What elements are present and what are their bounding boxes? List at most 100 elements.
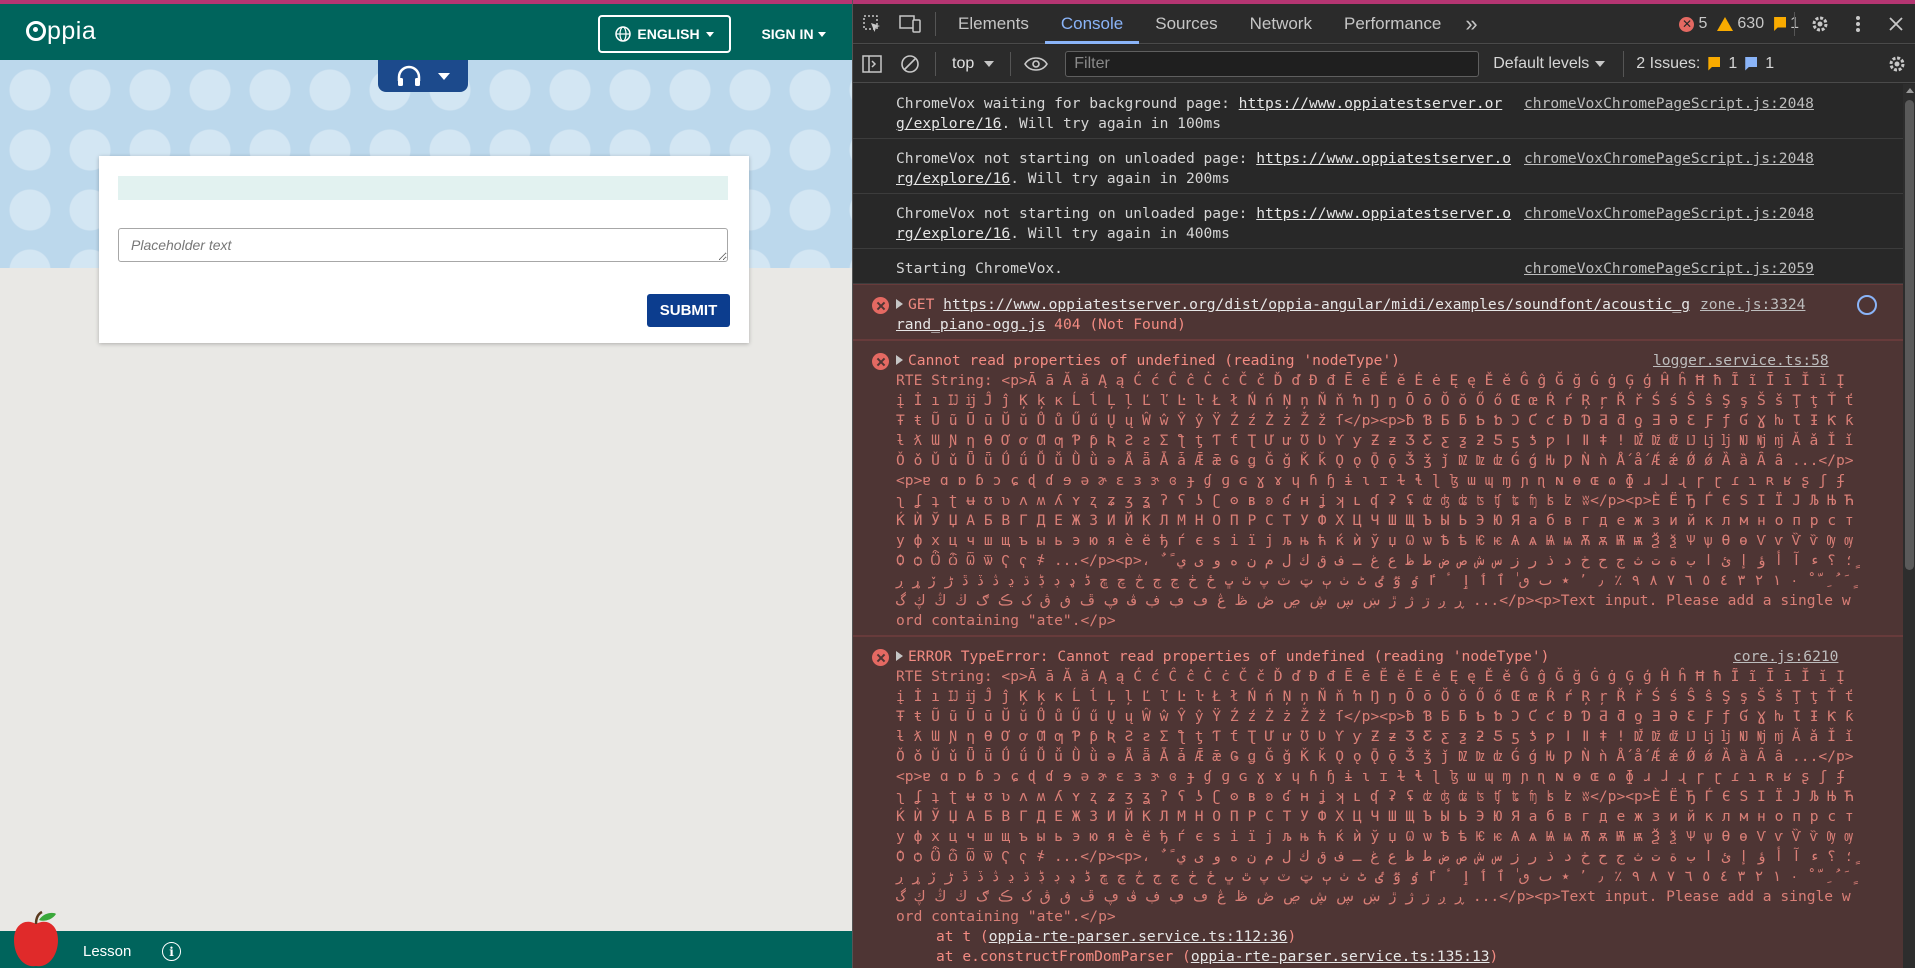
stack-frame-prefix: at t ( — [936, 928, 989, 945]
submit-button[interactable]: SUBMIT — [647, 294, 730, 327]
tab-performance[interactable]: Performance — [1328, 4, 1457, 44]
oppia-app: ppia ENGLISH SIGN IN SUBMIT Lesson i — [0, 0, 852, 968]
issue-info-icon — [1745, 56, 1758, 71]
warning-count: 630 — [1737, 15, 1765, 32]
console-messages: ChromeVox waiting for background page: h… — [853, 84, 1903, 968]
stack-frame-suffix: ) — [1287, 928, 1297, 945]
javascript-context-select[interactable]: top — [942, 55, 1004, 73]
message-text: ERROR TypeError: Cannot read properties … — [896, 647, 1856, 967]
toolbar-divider — [1794, 12, 1795, 36]
issues-warning-count: 1 — [1728, 54, 1738, 72]
log-levels-select[interactable]: Default levels — [1493, 54, 1606, 73]
message-text: Starting ChromeVox. — [896, 259, 1513, 279]
message-text: ChromeVox not starting on unloaded page:… — [896, 204, 1513, 244]
devtools-panel: Elements Console Sources Network Perform… — [852, 0, 1915, 968]
context-label: top — [952, 54, 975, 72]
toggle-sidebar-button[interactable] — [853, 44, 891, 84]
sign-in-button[interactable]: SIGN IN — [747, 15, 840, 53]
question-content-area — [118, 176, 728, 200]
scrollbar-thumb[interactable] — [1905, 100, 1914, 570]
chevron-down-icon[interactable] — [438, 72, 450, 80]
tab-network[interactable]: Network — [1234, 4, 1328, 44]
message-prefix: ChromeVox not starting on unloaded page: — [896, 150, 1257, 167]
clear-console-button[interactable] — [891, 44, 929, 84]
console-message: ChromeVox waiting for background page: h… — [853, 84, 1903, 139]
console-filter-input[interactable] — [1065, 50, 1480, 77]
toolbar-divider — [1010, 51, 1012, 76]
levels-label: Default levels — [1493, 54, 1590, 72]
console-scrollbar[interactable] — [1903, 84, 1915, 968]
inspect-cursor-icon — [863, 14, 880, 32]
tab-console[interactable]: Console — [1044, 4, 1140, 44]
sign-in-label: SIGN IN — [761, 26, 814, 42]
answer-text-input[interactable] — [118, 228, 728, 262]
issues-button[interactable]: 2 Issues: 1 1 — [1623, 50, 1774, 77]
error-icon — [872, 297, 889, 314]
stack-frame-suffix: ) — [1489, 948, 1499, 965]
chevron-down-icon — [1595, 60, 1606, 67]
console-settings-button[interactable] — [1878, 44, 1915, 84]
expand-triangle-icon[interactable] — [896, 299, 903, 309]
rte-string-dump: RTE String: <p>Ā ā Ă ă Ą ą Ć ć Ĉ ĉ Ċ ċ Č… — [896, 668, 1863, 925]
inspect-element-button[interactable] — [853, 4, 891, 44]
network-request-icon[interactable] — [1857, 295, 1877, 315]
console-error-get: GET https://www.oppiatestserver.org/dist… — [853, 284, 1903, 340]
toolbar-divider — [935, 51, 936, 76]
message-prefix: ChromeVox waiting for background page: — [896, 95, 1239, 112]
console-toolbar: top Default levels 2 Issues: 1 1 — [853, 45, 1915, 83]
stack-frame-link[interactable]: oppia-rte-parser.service.ts:135:13 — [1191, 948, 1490, 965]
device-toolbar-button[interactable] — [891, 4, 929, 44]
message-source-link[interactable]: chromeVoxChromePageScript.js:2048 — [1524, 204, 1814, 224]
settings-button[interactable] — [1801, 4, 1839, 44]
message-source-link[interactable]: chromeVoxChromePageScript.js:2059 — [1524, 259, 1814, 279]
live-expression-button[interactable] — [1017, 44, 1055, 84]
expand-triangle-icon[interactable] — [896, 651, 903, 661]
headphones-icon[interactable] — [396, 65, 422, 87]
eye-icon — [1024, 56, 1049, 71]
more-tabs-button[interactable]: » — [1457, 4, 1485, 44]
language-selector-button[interactable]: ENGLISH — [598, 15, 731, 53]
warning-icon — [1717, 17, 1734, 31]
logo-text: ppia — [47, 17, 97, 45]
devtools-window-controls — [1788, 4, 1915, 44]
chevron-down-icon — [705, 31, 714, 37]
expand-triangle-icon[interactable] — [896, 355, 903, 365]
info-icon[interactable]: i — [162, 942, 181, 961]
message-source-link[interactable]: chromeVoxChromePageScript.js:2048 — [1524, 149, 1814, 169]
message-text: ChromeVox not starting on unloaded page:… — [896, 149, 1513, 189]
stack-frame: at e.constructFromDomParser (oppia-rte-p… — [896, 948, 1498, 965]
message-suffix: . Will try again in 200ms — [1010, 170, 1230, 187]
message-prefix: Starting ChromeVox. — [896, 260, 1063, 277]
console-error-rte-1: Cannot read properties of undefined (rea… — [853, 340, 1903, 636]
message-text: ChromeVox waiting for background page: h… — [896, 94, 1513, 134]
console-counters[interactable]: ✕5 630 1 — [1679, 4, 1799, 44]
language-label: ENGLISH — [637, 26, 700, 42]
globe-icon — [615, 26, 632, 42]
chevron-down-icon — [984, 60, 995, 67]
message-source-link[interactable]: zone.js:3324 — [1700, 295, 1805, 315]
console-message: ChromeVox not starting on unloaded page:… — [853, 139, 1903, 194]
lesson-info-label: Lesson — [83, 943, 132, 960]
stack-frame-link[interactable]: oppia-rte-parser.service.ts:112:36 — [989, 928, 1288, 945]
message-source-link[interactable]: logger.service.ts:58 — [1653, 351, 1829, 371]
audio-bar-toggle[interactable] — [378, 60, 468, 92]
message-suffix: . Will try again in 400ms — [1010, 225, 1230, 242]
http-method: GET — [908, 296, 935, 313]
tab-sources[interactable]: Sources — [1139, 4, 1233, 44]
warning-counter[interactable]: 630 — [1717, 15, 1764, 33]
error-icon: ✕ — [1679, 16, 1695, 32]
stack-frame: at t (oppia-rte-parser.service.ts:112:36… — [896, 928, 1296, 945]
message-source-link[interactable]: core.js:6210 — [1733, 647, 1838, 667]
close-devtools-button[interactable] — [1877, 4, 1915, 44]
error-icon — [872, 649, 889, 666]
tab-elements[interactable]: Elements — [942, 4, 1045, 44]
request-url-link[interactable]: https://www.oppiatestserver.org/dist/opp… — [896, 296, 1690, 333]
more-options-button[interactable] — [1839, 4, 1877, 44]
message-source-link[interactable]: chromeVoxChromePageScript.js:2048 — [1524, 94, 1814, 114]
clear-icon — [901, 54, 919, 73]
oppia-logo[interactable]: ppia — [26, 17, 96, 46]
scroll-up-icon[interactable] — [1906, 88, 1914, 93]
chevron-down-icon — [817, 31, 826, 37]
error-title: Cannot read properties of undefined (rea… — [908, 352, 1401, 369]
error-counter[interactable]: ✕ 5 — [1679, 15, 1707, 33]
